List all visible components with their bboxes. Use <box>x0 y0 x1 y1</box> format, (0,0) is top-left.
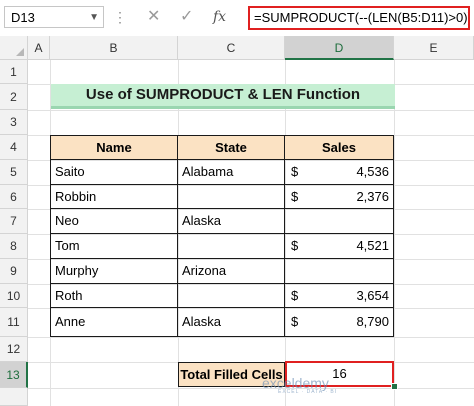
name-box[interactable]: D13 ▼ <box>4 6 104 28</box>
row-header-7[interactable]: 7 <box>0 209 28 234</box>
sales-value: 4,521 <box>356 238 389 253</box>
sales-cell[interactable]: $3,654 <box>285 284 394 308</box>
column-header-e[interactable]: E <box>394 36 474 60</box>
sales-cell[interactable] <box>285 259 394 284</box>
sales-value: 4,536 <box>356 164 389 179</box>
sales-cell[interactable]: $4,521 <box>285 234 394 259</box>
column-header-c[interactable]: C <box>178 36 285 60</box>
state-cell[interactable]: Arizona <box>178 259 285 284</box>
state-cell[interactable] <box>178 284 285 308</box>
column-header-b[interactable]: B <box>50 36 178 60</box>
name-cell[interactable]: Tom <box>50 234 178 259</box>
sales-cell[interactable]: $4,536 <box>285 160 394 185</box>
column-header-a[interactable]: A <box>28 36 50 60</box>
enter-icon[interactable]: ✓ <box>180 6 193 28</box>
sales-header[interactable]: Sales <box>285 135 394 160</box>
row-header-13[interactable]: 13 <box>0 362 28 388</box>
sales-value: 8,790 <box>356 314 389 329</box>
row-header-14[interactable] <box>0 388 28 406</box>
row-header-1[interactable]: 1 <box>0 60 28 84</box>
sales-value: 3,654 <box>356 288 389 303</box>
state-cell[interactable] <box>178 185 285 209</box>
row-header-5[interactable]: 5 <box>0 160 28 185</box>
name-header[interactable]: Name <box>50 135 178 160</box>
state-cell[interactable]: Alaska <box>178 209 285 234</box>
name-cell[interactable]: Neo <box>50 209 178 234</box>
chevron-down-icon[interactable]: ▼ <box>89 7 99 29</box>
row-header-9[interactable]: 9 <box>0 259 28 284</box>
sales-value: 2,376 <box>356 189 389 204</box>
currency-symbol: $ <box>291 288 299 303</box>
name-cell[interactable]: Murphy <box>50 259 178 284</box>
sales-cell[interactable]: $8,790 <box>285 308 394 337</box>
sales-cell[interactable] <box>285 209 394 234</box>
row-header-2[interactable]: 2 <box>0 84 28 110</box>
column-header-d[interactable]: D <box>285 36 394 60</box>
sales-cell[interactable]: $2,376 <box>285 185 394 209</box>
row-header-8[interactable]: 8 <box>0 234 28 259</box>
name-cell[interactable]: Robbin <box>50 185 178 209</box>
row-header-3[interactable]: 3 <box>0 110 28 135</box>
insert-function-icon[interactable]: fx <box>213 6 226 28</box>
more-options-icon[interactable]: ⋮ <box>113 6 128 28</box>
select-all-button[interactable] <box>0 36 28 60</box>
formula-input[interactable]: =SUMPRODUCT(--(LEN(B5:D11)>0)) <box>248 6 470 30</box>
state-cell[interactable]: Alaska <box>178 308 285 337</box>
row-header-12[interactable]: 12 <box>0 337 28 362</box>
currency-symbol: $ <box>291 314 299 329</box>
formula-bar: D13 ▼ ⋮ ✕ ✓ fx =SUMPRODUCT(--(LEN(B5:D11… <box>0 0 474 37</box>
cancel-icon[interactable]: ✕ <box>147 6 160 28</box>
row-header-10[interactable]: 10 <box>0 284 28 308</box>
state-cell[interactable]: Alabama <box>178 160 285 185</box>
name-cell[interactable]: Roth <box>50 284 178 308</box>
currency-symbol: $ <box>291 189 299 204</box>
name-cell[interactable]: Saito <box>50 160 178 185</box>
state-cell[interactable] <box>178 234 285 259</box>
sheet-title: Use of SUMPRODUCT & LEN Function <box>51 84 395 109</box>
currency-symbol: $ <box>291 164 299 179</box>
watermark-logo: exceldemy EXCEL · DATA · BI <box>262 375 337 395</box>
row-header-4[interactable]: 4 <box>0 135 28 160</box>
currency-symbol: $ <box>291 238 299 253</box>
watermark-tagline: EXCEL · DATA · BI <box>278 389 338 395</box>
row-header-11[interactable]: 11 <box>0 308 28 337</box>
state-header[interactable]: State <box>178 135 285 160</box>
name-box-value: D13 <box>11 10 35 25</box>
row-header-6[interactable]: 6 <box>0 185 28 209</box>
fill-handle[interactable] <box>391 383 398 390</box>
name-cell[interactable]: Anne <box>50 308 178 337</box>
